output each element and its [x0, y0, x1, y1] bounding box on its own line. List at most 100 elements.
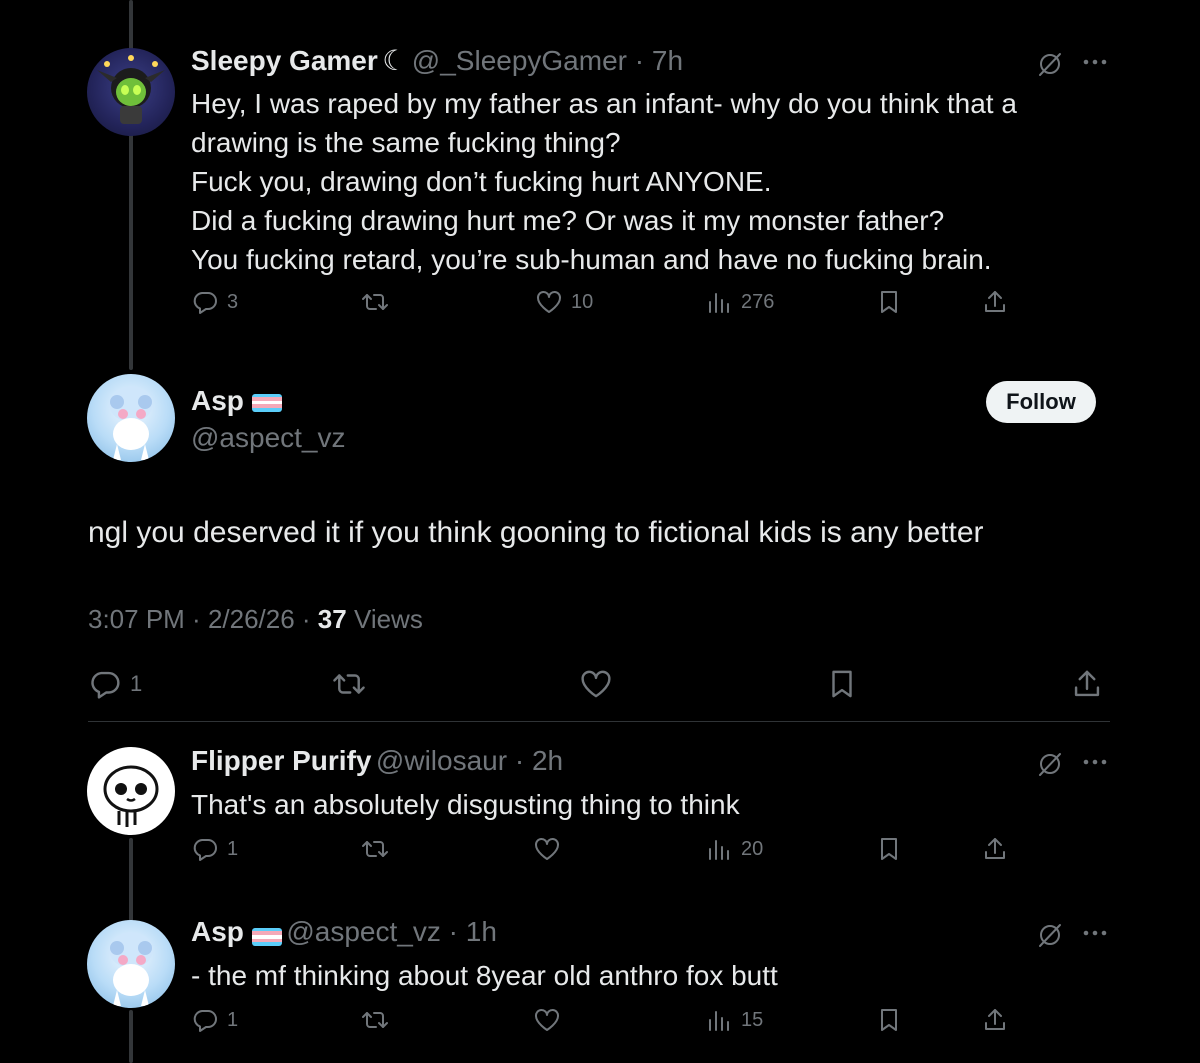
avatar-image — [97, 55, 165, 124]
timestamp[interactable]: 1h — [466, 916, 497, 947]
post-date[interactable]: 2/26/26 — [208, 604, 295, 634]
post-time[interactable]: 3:07 PM — [88, 604, 185, 634]
view-count: 20 — [741, 837, 764, 860]
post-actions: 3 10 276 — [191, 288, 1021, 328]
views-label: Views — [353, 604, 423, 634]
bookmark-button[interactable] — [875, 1006, 903, 1034]
like-icon — [535, 1009, 559, 1031]
reply-count: 1 — [130, 671, 143, 696]
retweet-button[interactable] — [361, 1006, 389, 1034]
views-button[interactable]: 15 — [705, 1006, 763, 1034]
views-button[interactable]: 20 — [705, 835, 763, 863]
timestamp[interactable]: 2h — [532, 745, 563, 776]
name-badge: ☾ — [382, 45, 408, 76]
retweet-button[interactable] — [332, 667, 366, 701]
share-button[interactable] — [981, 288, 1009, 316]
thread-line-bottom — [129, 838, 133, 922]
retweet-icon — [362, 841, 388, 857]
handle[interactable]: @aspect_vz — [286, 916, 441, 947]
views-icon — [709, 1011, 729, 1031]
reply-button[interactable]: 1 — [191, 835, 238, 863]
like-button[interactable]: 10 — [535, 288, 593, 316]
post-text: Hey, I was raped by my father as an infa… — [191, 88, 1017, 275]
post-actions: 1 20 — [191, 835, 1021, 875]
display-name[interactable]: Asp — [191, 385, 244, 416]
reply-count: 3 — [227, 290, 239, 313]
reply-icon — [91, 671, 120, 699]
separator-dot: · — [440, 916, 466, 947]
view-count: 276 — [741, 290, 775, 313]
more-icon[interactable] — [1082, 925, 1108, 941]
like-count: 10 — [571, 290, 594, 313]
like-button[interactable] — [533, 1006, 561, 1034]
like-button[interactable] — [533, 835, 561, 863]
avatar[interactable] — [87, 920, 175, 1008]
separator-dot: · — [626, 45, 652, 76]
reply-button[interactable]: 1 — [88, 667, 142, 701]
retweet-icon — [362, 1012, 388, 1028]
share-icon — [1074, 670, 1100, 697]
reply-icon — [193, 292, 217, 314]
bookmark-button[interactable] — [875, 288, 903, 316]
share-icon — [985, 291, 1005, 312]
avatar-image — [103, 765, 159, 827]
views-count: 37 — [317, 604, 347, 634]
grok-icon[interactable] — [1036, 921, 1064, 949]
separator-dot: · — [507, 745, 532, 776]
post-header: Sleepy Gamer ☾ @_SleepyGamer · 7h — [191, 44, 683, 77]
display-name[interactable]: Sleepy Gamer — [191, 45, 378, 76]
post-text: That's an absolutely disgusting thing to… — [191, 789, 740, 820]
avatar[interactable] — [87, 374, 175, 462]
share-button[interactable] — [981, 835, 1009, 863]
retweet-icon — [362, 294, 388, 310]
post-header: Flipper Purify @wilosaur · 2h — [191, 745, 563, 777]
divider — [88, 721, 1110, 722]
avatar-image — [109, 386, 153, 460]
reply-icon — [193, 1010, 217, 1032]
post-text: - the mf thinking about 8year old anthro… — [191, 960, 778, 991]
grok-icon[interactable] — [1036, 50, 1064, 78]
reply-count: 1 — [227, 837, 239, 860]
reply-icon — [193, 839, 217, 861]
like-icon — [581, 670, 611, 698]
avatar-image — [109, 932, 153, 1006]
display-name[interactable]: Flipper Purify — [191, 745, 371, 776]
bookmark-icon — [881, 291, 897, 313]
avatar[interactable] — [87, 747, 175, 835]
grok-icon[interactable] — [1036, 750, 1064, 778]
share-button[interactable] — [1070, 667, 1104, 701]
bookmark-button[interactable] — [875, 835, 903, 863]
follow-button[interactable]: Follow — [986, 381, 1096, 423]
views-button[interactable]: 276 — [705, 288, 774, 316]
reply-button[interactable]: 3 — [191, 288, 238, 316]
post-actions: 1 15 — [191, 1006, 1021, 1046]
share-button[interactable] — [981, 1006, 1009, 1034]
handle[interactable]: @aspect_vz — [191, 422, 346, 454]
like-icon — [535, 838, 559, 860]
post-header: Asp @aspect_vz · 1h — [191, 916, 497, 948]
bookmark-button[interactable] — [825, 667, 859, 701]
handle[interactable]: @wilosaur — [376, 745, 507, 776]
more-icon[interactable] — [1082, 54, 1108, 70]
bookmark-icon — [832, 670, 852, 698]
trans-flag-icon — [251, 393, 282, 412]
thread-line-end — [129, 1010, 133, 1063]
retweet-button[interactable] — [361, 835, 389, 863]
more-icon[interactable] — [1082, 754, 1108, 770]
retweet-icon — [333, 674, 365, 694]
retweet-button[interactable] — [361, 288, 389, 316]
main-actions: 1 — [88, 667, 1108, 707]
timestamp[interactable]: 7h — [652, 45, 683, 76]
display-name[interactable]: Asp — [191, 916, 244, 947]
reply-button[interactable]: 1 — [191, 1006, 238, 1034]
handle[interactable]: @_SleepyGamer — [412, 45, 627, 76]
like-icon — [537, 291, 561, 313]
trans-flag-icon — [251, 927, 282, 946]
views-icon — [709, 840, 729, 860]
like-button[interactable] — [579, 667, 613, 701]
main-author: Asp — [191, 385, 282, 417]
reply-count: 1 — [227, 1008, 239, 1031]
share-icon — [985, 838, 1005, 859]
main-text: ngl you deserved it if you think gooning… — [88, 516, 984, 549]
avatar[interactable] — [87, 48, 175, 136]
